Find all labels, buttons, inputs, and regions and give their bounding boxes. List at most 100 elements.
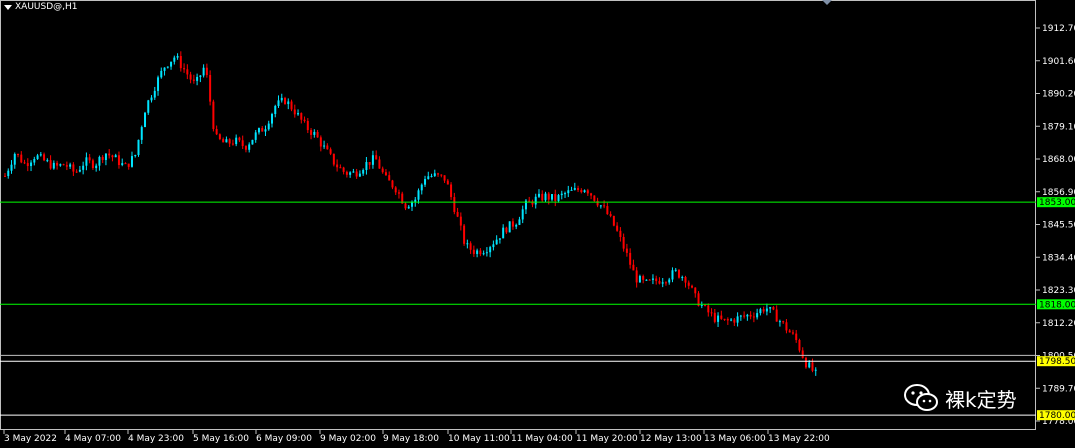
candle-body xyxy=(570,189,573,191)
y-tick-label: 1868.00 xyxy=(1042,155,1075,165)
candle-body xyxy=(4,175,6,177)
candle-body xyxy=(567,190,570,194)
wechat-icon xyxy=(904,384,938,411)
triangle-down-icon[interactable] xyxy=(4,4,12,10)
watermark: 裸k定势 xyxy=(903,383,1017,413)
candle-body xyxy=(668,279,671,283)
candle-body xyxy=(573,188,576,190)
candle-body xyxy=(69,164,72,167)
x-tick-label: 3 May 2022 xyxy=(4,434,57,444)
candle-body xyxy=(609,214,612,216)
price-level-label: 1818.00 xyxy=(1039,300,1075,310)
candle-body xyxy=(111,155,114,158)
candle-body xyxy=(108,153,111,156)
candle-body xyxy=(404,203,407,209)
y-tick-label: 1856.90 xyxy=(1042,188,1075,198)
candle-body xyxy=(196,76,199,81)
x-tick-label: 13 May 06:00 xyxy=(704,434,766,444)
candle-body xyxy=(674,269,677,271)
candle-body xyxy=(655,278,658,282)
candle-body xyxy=(375,155,378,160)
candle-body xyxy=(153,90,156,98)
candle-body xyxy=(586,190,589,194)
candle-body xyxy=(134,154,137,157)
chart-title[interactable]: XAUUSD@,H1 xyxy=(4,2,78,12)
candle-body xyxy=(726,319,729,321)
candle-body xyxy=(450,184,453,198)
chart-window[interactable]: 1912.70 1901.60 1890.20 1879.10 1868.00 1856.… xyxy=(0,0,1075,448)
candle-body xyxy=(518,219,521,225)
candle-body xyxy=(505,227,508,233)
candle-body xyxy=(495,239,498,245)
candle-body xyxy=(541,193,544,201)
candle-body xyxy=(801,350,804,358)
candle-body xyxy=(710,312,713,314)
candle-body xyxy=(765,308,768,312)
candle-body xyxy=(564,193,567,195)
candle-body xyxy=(368,162,371,165)
candle-body xyxy=(137,139,140,155)
candle-body xyxy=(117,155,120,166)
price-level-label: 1853.00 xyxy=(1039,198,1075,208)
candle-body xyxy=(231,143,234,145)
candle-body xyxy=(114,155,117,158)
candle-body xyxy=(202,67,205,76)
candle-body xyxy=(691,285,694,288)
candle-body xyxy=(616,225,619,231)
candle-body xyxy=(391,180,394,188)
candle-body xyxy=(144,112,147,128)
candle-body xyxy=(248,144,251,150)
candle-body xyxy=(199,75,202,77)
candle-body xyxy=(671,270,674,280)
candle-body xyxy=(287,101,290,105)
candle-body xyxy=(342,167,345,172)
y-tick-label: 1845.50 xyxy=(1042,221,1075,231)
candle-body xyxy=(593,195,596,201)
candle-body xyxy=(687,282,690,286)
candle-body xyxy=(759,309,762,314)
y-tick-label: 1901.60 xyxy=(1042,57,1075,67)
chart-shift-triangle-icon[interactable] xyxy=(822,0,832,5)
candle-body xyxy=(498,238,501,240)
candle-body xyxy=(632,264,635,271)
candle-body xyxy=(411,202,413,207)
candle-body xyxy=(788,330,791,333)
candle-body xyxy=(241,140,244,147)
candle-body xyxy=(407,206,410,209)
candle-body xyxy=(222,139,225,143)
candle-body xyxy=(270,113,273,124)
x-tick-label: 11 May 04:00 xyxy=(511,434,573,444)
candle-body xyxy=(612,215,615,226)
candle-body xyxy=(306,120,309,131)
candle-body xyxy=(388,175,391,181)
candle-body xyxy=(778,321,781,323)
candle-body xyxy=(658,281,661,284)
candle-body xyxy=(316,131,319,138)
candle-body xyxy=(733,319,736,323)
candle-body xyxy=(397,192,400,194)
candle-body xyxy=(39,154,42,156)
y-tick-label: 1834.40 xyxy=(1042,253,1075,263)
candle-body xyxy=(739,315,742,317)
candle-body xyxy=(681,277,684,279)
candle-body xyxy=(430,175,433,177)
candle-body xyxy=(394,187,397,193)
candle-body xyxy=(466,243,469,245)
candle-body xyxy=(720,315,723,319)
candle-body xyxy=(485,252,488,254)
candle-body xyxy=(310,130,313,135)
candle-body xyxy=(554,194,557,201)
candle-body xyxy=(345,171,348,175)
candle-body xyxy=(606,206,609,215)
candle-body xyxy=(638,276,641,283)
candle-body xyxy=(209,75,212,102)
candle-body xyxy=(580,190,583,193)
candle-body xyxy=(30,162,33,167)
candle-body xyxy=(75,171,78,173)
candle-body xyxy=(502,227,505,239)
candle-body xyxy=(534,196,537,205)
candle-body xyxy=(212,101,215,129)
chart-title-text: XAUUSD@,H1 xyxy=(15,2,78,12)
candle-body xyxy=(603,205,606,207)
candle-body xyxy=(440,174,443,176)
